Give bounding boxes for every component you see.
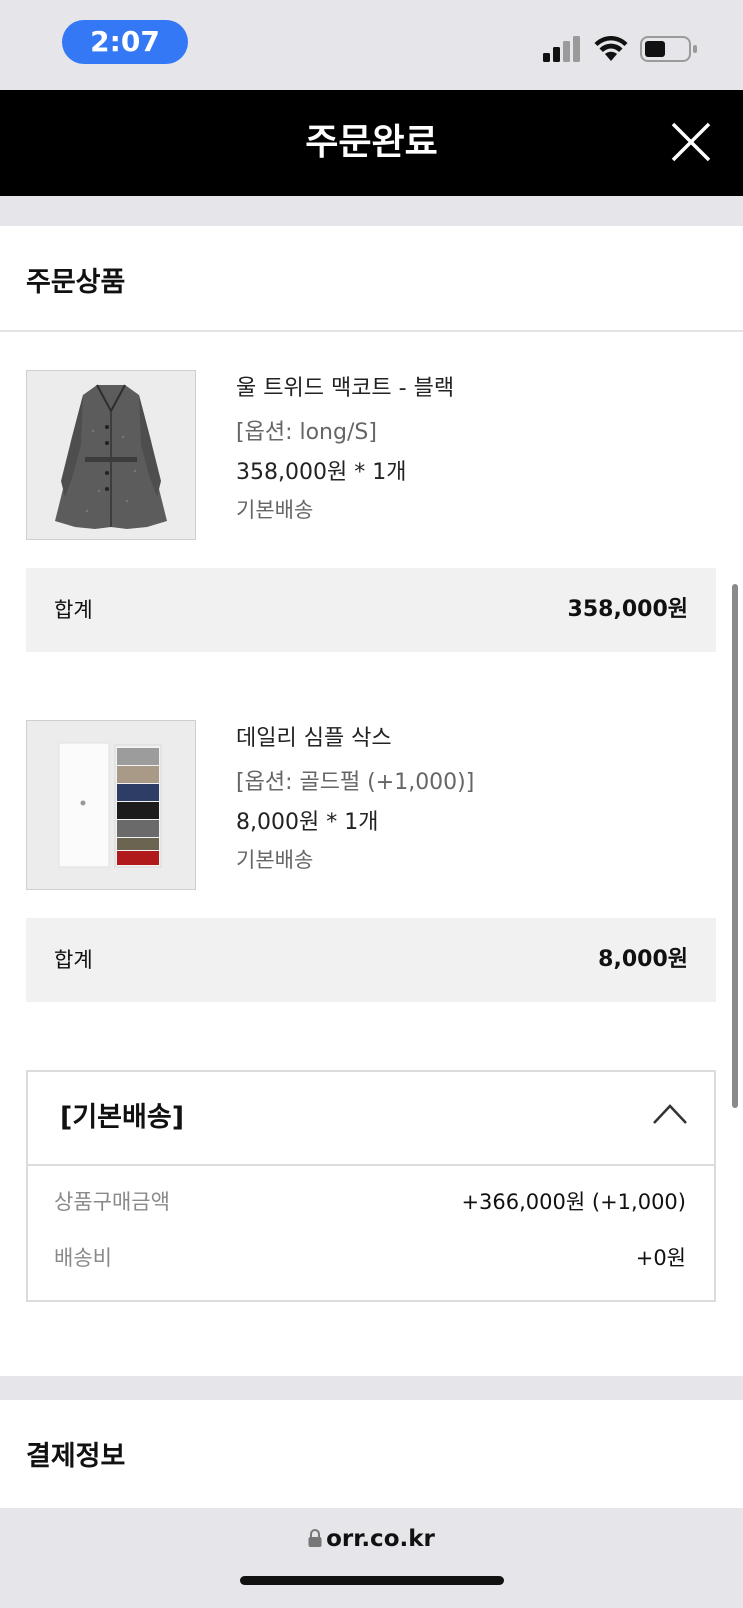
coat-photo-icon [27, 371, 195, 539]
cellular-signal-icon [543, 36, 580, 62]
shipping-summary-box: [기본배송] 상품구매금액 +366,000원 (+1,000) 배송비 +0원 [26, 1070, 716, 1302]
close-icon[interactable] [669, 120, 713, 164]
page-title: 주문완료 [305, 122, 438, 163]
section-divider [0, 330, 743, 332]
subtotal-value: 358,000원 [567, 597, 688, 622]
summary-value: +0원 [635, 1246, 686, 1270]
status-time: 2:07 [62, 20, 188, 64]
home-indicator [240, 1576, 504, 1585]
scrollbar[interactable] [732, 584, 738, 1108]
subtotal-row: 합계 8,000원 [26, 918, 716, 1002]
browser-url-bar[interactable]: orr.co.kr [0, 1508, 743, 1608]
lock-icon [308, 1529, 322, 1547]
subtotal-value: 8,000원 [598, 947, 688, 972]
socks-box-photo-icon [27, 721, 195, 889]
product-thumbnail[interactable] [26, 370, 196, 540]
summary-row-shipping-fee: 배송비 +0원 [28, 1238, 714, 1278]
product-shipping-type: 기본배송 [236, 848, 314, 872]
summary-label: 상품구매금액 [54, 1190, 170, 1214]
shipping-summary-title: [기본배송] [60, 1102, 185, 1133]
product-price-quantity: 8,000원 * 1개 [236, 810, 379, 835]
product-name[interactable]: 데일리 심플 삭스 [236, 720, 392, 752]
order-complete-content[interactable]: 주문상품 울 트위드 맥코트 - 블랙 [옵션: long/S] 358,000… [0, 196, 743, 1508]
section-title-order-products: 주문상품 [26, 267, 126, 298]
battery-icon [640, 36, 697, 62]
product-name[interactable]: 울 트위드 맥코트 - 블랙 [236, 370, 454, 402]
page-header: 주문완료 [0, 90, 743, 196]
url-text: orr.co.kr [326, 1526, 435, 1552]
product-item[interactable]: 울 트위드 맥코트 - 블랙 [옵션: long/S] 358,000원 * 1… [26, 370, 716, 542]
summary-row-product-amount: 상품구매금액 +366,000원 (+1,000) [28, 1182, 714, 1222]
status-bar: 2:07 [0, 0, 743, 90]
product-option: [옵션: long/S] [236, 420, 377, 445]
product-item[interactable]: 데일리 심플 삭스 [옵션: 골드펄 (+1,000)] 8,000원 * 1개… [26, 720, 716, 892]
url-display[interactable]: orr.co.kr [0, 1526, 743, 1552]
product-thumbnail[interactable] [26, 720, 196, 890]
payment-info-card: 결제정보 [0, 1400, 743, 1508]
subtotal-row: 합계 358,000원 [26, 568, 716, 652]
wifi-icon [594, 36, 628, 61]
section-title-payment-info: 결제정보 [26, 1441, 126, 1472]
product-shipping-type: 기본배송 [236, 498, 314, 522]
subtotal-label: 합계 [54, 598, 93, 622]
summary-value: +366,000원 (+1,000) [461, 1190, 686, 1214]
shipping-summary-toggle[interactable]: [기본배송] [28, 1072, 714, 1166]
chevron-up-icon[interactable] [652, 1102, 688, 1126]
subtotal-label: 합계 [54, 948, 93, 972]
product-price-quantity: 358,000원 * 1개 [236, 460, 407, 485]
order-products-card: 주문상품 울 트위드 맥코트 - 블랙 [옵션: long/S] 358,000… [0, 226, 743, 1376]
product-option: [옵션: 골드펄 (+1,000)] [236, 770, 475, 795]
summary-label: 배송비 [54, 1246, 112, 1270]
